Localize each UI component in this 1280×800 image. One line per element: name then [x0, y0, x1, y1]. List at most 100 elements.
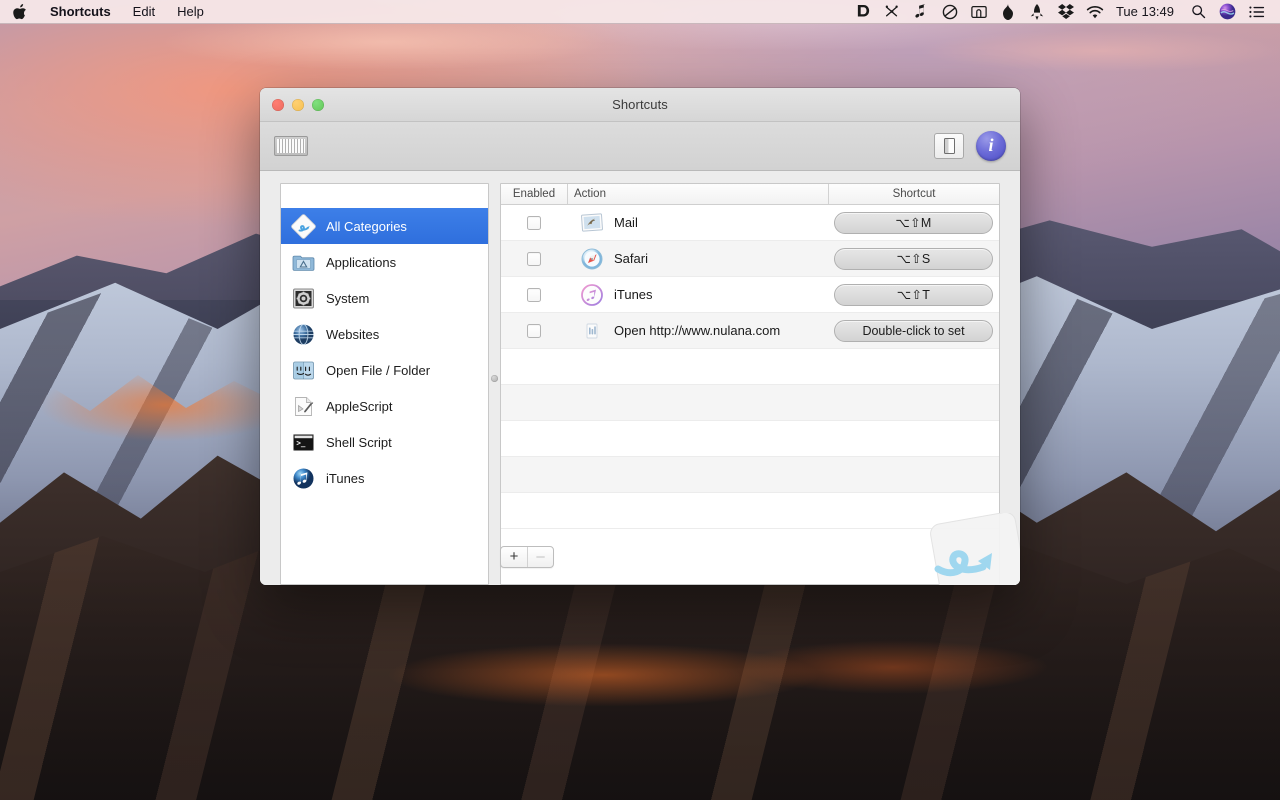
shortcuts-scissors-icon[interactable] — [878, 0, 907, 23]
devonthink-icon[interactable] — [849, 0, 878, 23]
sidebar-item-label: iTunes — [326, 470, 365, 486]
window-title: Shortcuts — [612, 97, 668, 112]
shortcut-cell: ⌥⇧S — [828, 247, 999, 270]
flame-icon[interactable] — [994, 0, 1023, 23]
table-row[interactable]: Safari ⌥⇧S — [501, 241, 999, 277]
menu-bar-status-items: Tue 13:49 — [849, 0, 1280, 23]
column-header-shortcut[interactable]: Shortcut — [828, 184, 999, 204]
enabled-cell — [501, 323, 567, 338]
column-header-enabled[interactable]: Enabled — [501, 184, 567, 204]
action-label: iTunes — [614, 287, 653, 302]
shortcut-button[interactable]: ⌥⇧S — [834, 247, 993, 270]
remove-shortcut-button: – — [527, 546, 553, 567]
menu-item-shortcuts[interactable]: Shortcuts — [39, 0, 122, 23]
keyboard-icon[interactable] — [274, 136, 308, 156]
shortcut-cell: ⌥⇧M — [828, 211, 999, 234]
sidebar-item-label: Shell Script — [326, 434, 392, 450]
enabled-checkbox[interactable] — [527, 215, 541, 230]
sidebar-item-shell-script[interactable]: >_ Shell Script — [281, 424, 488, 460]
sidebar-item-label: All Categories — [326, 218, 407, 234]
menu-bar-app-menus: Shortcuts Edit Help — [0, 0, 215, 23]
shortcut-button[interactable]: ⌥⇧T — [834, 283, 993, 306]
minimize-button[interactable] — [292, 98, 304, 111]
globe-icon — [291, 322, 316, 347]
window-body: All Categories Applications System Websi… — [260, 172, 1020, 585]
categories-sidebar: All Categories Applications System Websi… — [280, 183, 489, 585]
toolbar-right-group: i — [934, 131, 1006, 161]
sidebar-item-applications[interactable]: Applications — [281, 244, 488, 280]
itunes-icon — [579, 282, 605, 308]
apple-logo-icon[interactable] — [0, 0, 39, 23]
split-divider[interactable] — [489, 183, 500, 585]
zoom-button[interactable] — [312, 98, 324, 111]
close-button[interactable] — [272, 98, 284, 111]
shortcut-button[interactable]: Double-click to set — [834, 319, 993, 342]
enabled-cell — [501, 215, 567, 230]
table-row[interactable]: Mail ⌥⇧M — [501, 205, 999, 241]
add-remove-segmented-control: + – — [500, 545, 554, 568]
sidebar-toggle-button[interactable] — [934, 133, 964, 159]
menu-item-edit[interactable]: Edit — [122, 0, 166, 23]
enabled-cell — [501, 251, 567, 266]
action-cell: iTunes — [567, 282, 828, 308]
sidebar-item-websites[interactable]: Websites — [281, 316, 488, 352]
music-note-icon[interactable] — [907, 0, 936, 23]
sidebar-item-applescript[interactable]: AppleScript — [281, 388, 488, 424]
sidebar-item-itunes[interactable]: iTunes — [281, 460, 488, 496]
info-button[interactable]: i — [976, 131, 1006, 161]
screenshot-frame-icon[interactable] — [965, 0, 994, 23]
menu-item-help[interactable]: Help — [166, 0, 215, 23]
window-titlebar[interactable]: Shortcuts — [260, 88, 1020, 122]
rocket-icon[interactable] — [1023, 0, 1052, 23]
action-cell: Open http://www.nulana.com — [567, 318, 828, 344]
action-cell: Mail — [567, 210, 828, 236]
table-row-empty[interactable] — [501, 349, 999, 385]
action-label: Open http://www.nulana.com — [614, 323, 781, 338]
itunes-icon — [291, 466, 316, 491]
shortcuts-table: Enabled Action Shortcut Mail ⌥⇧M Safari … — [500, 183, 1000, 585]
wifi-icon[interactable] — [1081, 0, 1110, 23]
safari-icon — [579, 246, 605, 272]
siri-icon[interactable] — [1213, 0, 1242, 23]
menu-bar: Shortcuts Edit Help Tue 13:49 — [0, 0, 1280, 24]
table-row[interactable]: iTunes ⌥⇧T — [501, 277, 999, 313]
dropbox-icon[interactable] — [1052, 0, 1081, 23]
table-row-empty[interactable] — [501, 385, 999, 421]
enabled-checkbox[interactable] — [527, 323, 541, 338]
search-icon[interactable] — [1184, 0, 1213, 23]
menu-bar-clock[interactable]: Tue 13:49 — [1110, 0, 1184, 23]
sidebar-toggle-icon — [943, 138, 955, 154]
table-row-empty[interactable] — [501, 457, 999, 493]
enabled-checkbox[interactable] — [527, 287, 541, 302]
traffic-light-group — [272, 98, 324, 111]
do-not-disturb-icon[interactable] — [936, 0, 965, 23]
table-row[interactable]: Open http://www.nulana.com Double-click … — [501, 313, 999, 349]
shortcut-cell: Double-click to set — [828, 319, 999, 342]
sidebar-item-label: Applications — [326, 254, 397, 270]
window-toolbar: i — [260, 122, 1020, 171]
svg-text:>_: >_ — [296, 438, 306, 447]
table-row-empty[interactable] — [501, 421, 999, 457]
add-shortcut-button[interactable]: + — [501, 547, 527, 567]
action-label: Safari — [614, 251, 648, 266]
shortcut-button[interactable]: ⌥⇧M — [834, 211, 993, 234]
notification-center-icon[interactable] — [1242, 0, 1271, 23]
sidebar-item-all-categories[interactable]: All Categories — [281, 208, 488, 244]
table-row-empty[interactable] — [501, 493, 999, 529]
terminal-icon: >_ — [291, 430, 316, 455]
shortcut-cell: ⌥⇧T — [828, 283, 999, 306]
sidebar-item-open-file-folder[interactable]: Open File / Folder — [281, 352, 488, 388]
action-cell: Safari — [567, 246, 828, 272]
mail-icon — [579, 210, 605, 236]
window-footer: + – — [260, 528, 1020, 585]
enabled-checkbox[interactable] — [527, 251, 541, 266]
action-label: Mail — [614, 215, 638, 230]
webloc-icon — [579, 318, 605, 344]
split-divider-handle[interactable] — [491, 375, 498, 382]
keyboard-keys-pattern — [277, 139, 305, 153]
wallpaper-foreground-glow — [300, 610, 1060, 740]
column-header-action[interactable]: Action — [567, 184, 828, 204]
sidebar-item-system[interactable]: System — [281, 280, 488, 316]
sidebar-item-label: AppleScript — [326, 398, 393, 414]
system-preferences-icon — [291, 286, 316, 311]
